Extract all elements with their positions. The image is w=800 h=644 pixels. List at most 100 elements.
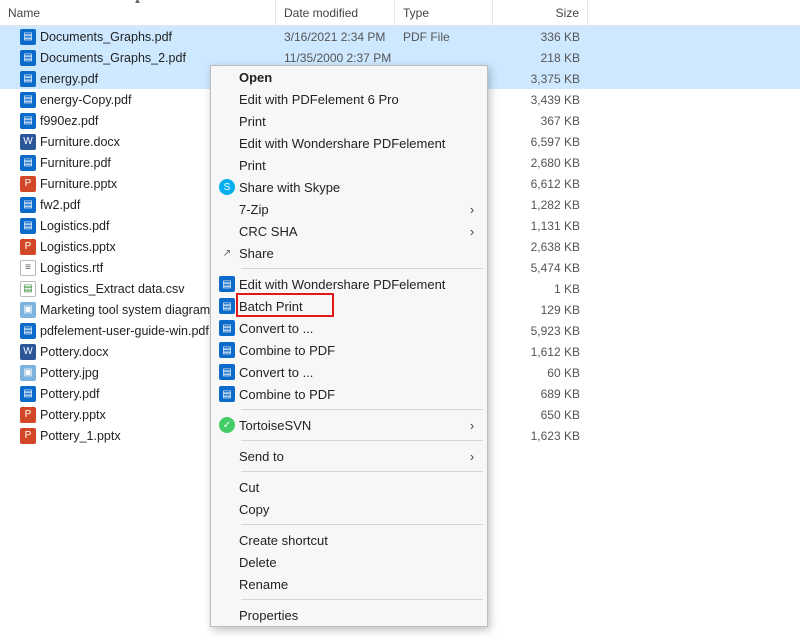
- file-type-label: PDF File: [395, 30, 493, 44]
- column-headers[interactable]: Name ▲ Date modified Type Size: [0, 0, 800, 26]
- menu-item-edit-with-wondershare-pdfelement[interactable]: Edit with Wondershare PDFelement: [211, 132, 487, 154]
- file-name-label: pdfelement-user-guide-win.pdf: [40, 324, 209, 338]
- pdfel-icon: ▤: [219, 342, 235, 358]
- column-header-type[interactable]: Type: [395, 0, 493, 25]
- menu-item-cut[interactable]: Cut: [211, 476, 487, 498]
- submenu-arrow-icon: ›: [465, 224, 479, 239]
- menu-item-share-with-skype[interactable]: SShare with Skype: [211, 176, 487, 198]
- pdf-file-icon: ▤: [20, 197, 36, 213]
- menu-item-label: Convert to ...: [239, 365, 465, 380]
- file-size-label: 1,131 KB: [493, 219, 588, 233]
- menu-item-convert-to[interactable]: ▤ Convert to ...: [211, 361, 487, 383]
- pdf-file-icon: ▤: [20, 218, 36, 234]
- menu-item-properties[interactable]: Properties: [211, 604, 487, 626]
- menu-item-crc-sha[interactable]: CRC SHA›: [211, 220, 487, 242]
- menu-item-open[interactable]: Open: [211, 66, 487, 88]
- share-icon: ↗: [219, 245, 235, 261]
- menu-item-print[interactable]: Print: [211, 110, 487, 132]
- file-size-label: 218 KB: [493, 51, 588, 65]
- pdf-file-icon: ▤: [20, 155, 36, 171]
- file-size-label: 129 KB: [493, 303, 588, 317]
- file-size-label: 1 KB: [493, 282, 588, 296]
- column-header-label: Type: [403, 6, 429, 20]
- file-name-label: Furniture.pdf: [40, 156, 111, 170]
- menu-item-label: Cut: [239, 480, 465, 495]
- file-name-label: Pottery.pptx: [40, 408, 106, 422]
- menu-item-batch-print[interactable]: ▤Batch Print: [211, 295, 487, 317]
- menu-item-copy[interactable]: Copy: [211, 498, 487, 520]
- file-size-label: 3,375 KB: [493, 72, 588, 86]
- pdf-file-icon: ▤: [20, 323, 36, 339]
- menu-item-label: Combine to PDF: [239, 343, 465, 358]
- file-size-label: 2,680 KB: [493, 156, 588, 170]
- menu-item-label: Copy: [239, 502, 465, 517]
- menu-item-edit-with-wondershare-pdfelement[interactable]: ▤Edit with Wondershare PDFelement: [211, 273, 487, 295]
- menu-item-create-shortcut[interactable]: Create shortcut: [211, 529, 487, 551]
- file-name-label: Documents_Graphs.pdf: [40, 30, 172, 44]
- menu-item-label: Create shortcut: [239, 533, 465, 548]
- submenu-arrow-icon: ›: [465, 202, 479, 217]
- context-menu[interactable]: Open Edit with PDFelement 6 Pro Print Edit …: [210, 65, 488, 627]
- file-row[interactable]: ▤Documents_Graphs.pdf3/16/2021 2:34 PMPD…: [0, 26, 800, 47]
- menu-item-label: Print: [239, 158, 465, 173]
- menu-separator: [241, 524, 483, 525]
- file-size-label: 689 KB: [493, 387, 588, 401]
- menu-item-label: Convert to ...: [239, 321, 465, 336]
- menu-item-label: Delete: [239, 555, 465, 570]
- menu-item-label: TortoiseSVN: [239, 418, 465, 433]
- menu-item-combine-to-pdf[interactable]: ▤Combine to PDF: [211, 383, 487, 405]
- menu-item-tortoisesvn[interactable]: ✓TortoiseSVN›: [211, 414, 487, 436]
- pdfel-icon: ▤: [219, 320, 235, 336]
- menu-item-combine-to-pdf[interactable]: ▤ Combine to PDF: [211, 339, 487, 361]
- column-header-label: Size: [556, 6, 579, 20]
- pdf-file-icon: ▤: [20, 71, 36, 87]
- menu-item-label: Share with Skype: [239, 180, 465, 195]
- menu-item-rename[interactable]: Rename: [211, 573, 487, 595]
- jpg-file-icon: ▣: [20, 365, 36, 381]
- file-name-label: Pottery.pdf: [40, 387, 100, 401]
- file-size-label: 1,282 KB: [493, 198, 588, 212]
- file-name-label: Logistics.pdf: [40, 219, 109, 233]
- pdfel-icon: ▤: [219, 298, 235, 314]
- menu-item-share[interactable]: ↗Share: [211, 242, 487, 264]
- menu-item-send-to[interactable]: Send to›: [211, 445, 487, 467]
- column-header-size[interactable]: Size: [493, 0, 588, 25]
- menu-item-label: Open: [239, 70, 465, 85]
- file-size-label: 1,623 KB: [493, 429, 588, 443]
- menu-item-delete[interactable]: Delete: [211, 551, 487, 573]
- column-header-name[interactable]: Name ▲: [0, 0, 276, 25]
- file-name-label: Logistics.rtf: [40, 261, 103, 275]
- menu-item-label: Print: [239, 114, 465, 129]
- file-size-label: 6,597 KB: [493, 135, 588, 149]
- menu-item-label: Send to: [239, 449, 465, 464]
- menu-item-label: Rename: [239, 577, 465, 592]
- file-size-label: 5,474 KB: [493, 261, 588, 275]
- file-size-label: 2,638 KB: [493, 240, 588, 254]
- file-name-label: Logistics.pptx: [40, 240, 116, 254]
- file-size-label: 367 KB: [493, 114, 588, 128]
- file-size-label: 5,923 KB: [493, 324, 588, 338]
- menu-item-edit-with-pdfelement-6-pro[interactable]: Edit with PDFelement 6 Pro: [211, 88, 487, 110]
- file-name-label: Furniture.docx: [40, 135, 120, 149]
- menu-item-7-zip[interactable]: 7-Zip›: [211, 198, 487, 220]
- pdf-file-icon: ▤: [20, 50, 36, 66]
- column-header-date[interactable]: Date modified: [276, 0, 395, 25]
- file-name-label: Pottery.jpg: [40, 366, 99, 380]
- file-size-label: 1,612 KB: [493, 345, 588, 359]
- menu-separator: [241, 409, 483, 410]
- file-name-label: Pottery.docx: [40, 345, 109, 359]
- menu-separator: [241, 599, 483, 600]
- csv-file-icon: ▤: [20, 281, 36, 297]
- menu-item-print[interactable]: Print: [211, 154, 487, 176]
- docx-file-icon: W: [20, 134, 36, 150]
- pdfel-icon: ▤: [219, 364, 235, 380]
- menu-item-label: Edit with Wondershare PDFelement: [239, 136, 465, 151]
- pdf-file-icon: ▤: [20, 92, 36, 108]
- menu-item-convert-to[interactable]: ▤ Convert to ...: [211, 317, 487, 339]
- file-size-label: 3,439 KB: [493, 93, 588, 107]
- file-name-label: Documents_Graphs_2.pdf: [40, 51, 186, 65]
- pdf-file-icon: ▤: [20, 29, 36, 45]
- file-name-label: Logistics_Extract data.csv: [40, 282, 185, 296]
- pptx-file-icon: P: [20, 428, 36, 444]
- tsvn-icon: ✓: [219, 417, 235, 433]
